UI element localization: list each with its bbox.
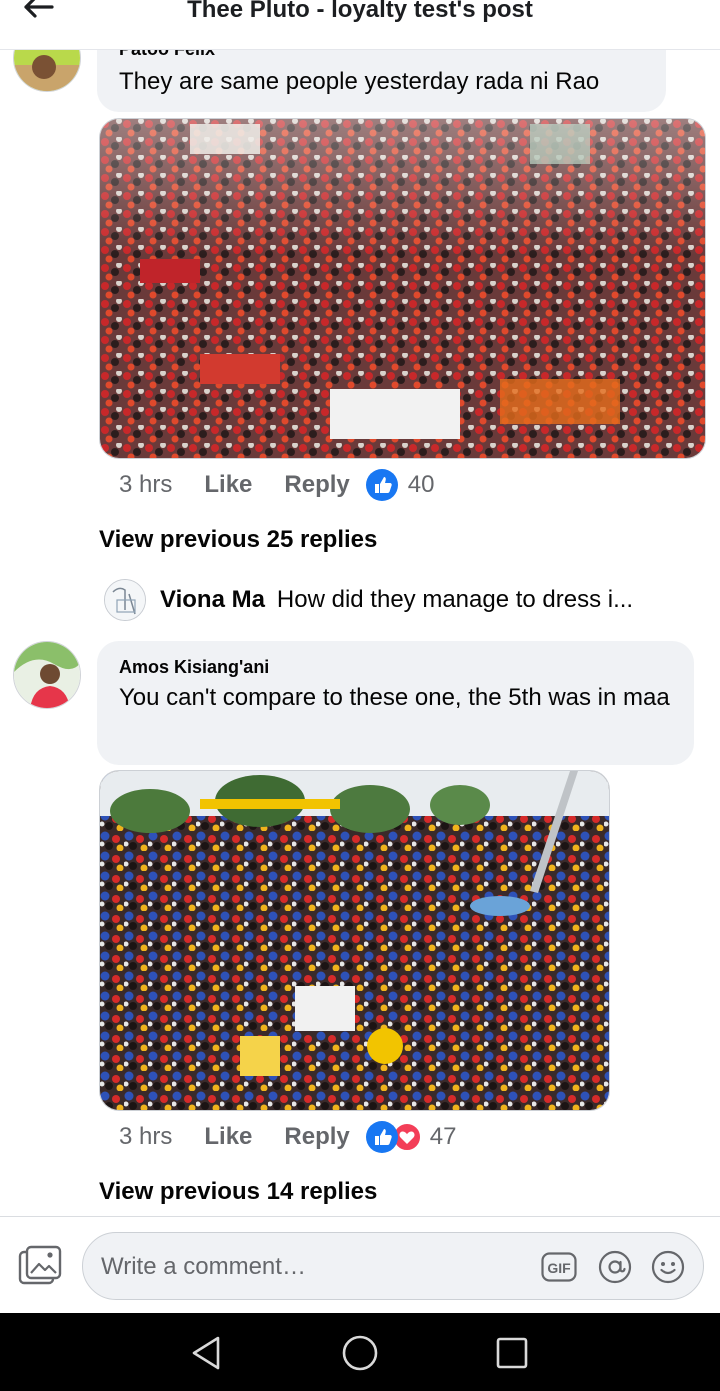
- smiley-icon: [651, 1250, 685, 1284]
- page-title: Thee Pluto - loyalty test's post: [187, 0, 533, 23]
- nav-home-button[interactable]: [338, 1333, 382, 1373]
- reply-button[interactable]: Reply: [284, 1123, 349, 1151]
- system-nav-bar: [0, 1313, 720, 1391]
- reply-text: How did they manage to dress i...: [276, 586, 634, 613]
- nav-recents-button[interactable]: [490, 1333, 534, 1373]
- crowd-photo: [100, 771, 609, 1110]
- comment-photo[interactable]: [99, 118, 706, 459]
- avatar[interactable]: [104, 579, 146, 621]
- comment-photo[interactable]: [99, 770, 610, 1111]
- crowd-photo: [100, 119, 705, 458]
- avatar[interactable]: [13, 641, 81, 709]
- view-previous-replies[interactable]: View previous 25 replies: [99, 526, 377, 554]
- comment-input[interactable]: [101, 1247, 521, 1287]
- add-photo-button[interactable]: [18, 1245, 62, 1287]
- view-previous-replies[interactable]: View previous 14 replies: [99, 1178, 377, 1206]
- gif-icon: GIF: [541, 1252, 577, 1282]
- like-icon: [365, 469, 398, 501]
- square-recents-icon: [496, 1337, 528, 1369]
- comment-time[interactable]: 3 hrs: [119, 1123, 172, 1151]
- reaction-count: 47: [429, 1123, 457, 1150]
- comment-text: You can't compare to these one, the 5th …: [119, 684, 670, 711]
- comment-actions: 3 hrs Like Reply 40: [119, 469, 434, 501]
- comment-bubble: Amos Kisiang'ani You can't compare to th…: [97, 641, 694, 765]
- like-icon: [365, 1121, 398, 1153]
- like-button[interactable]: Like: [204, 1123, 252, 1151]
- avatar-photo: [14, 642, 80, 708]
- reaction-summary[interactable]: 40: [365, 469, 435, 501]
- reaction-count: 40: [407, 471, 435, 498]
- circle-home-icon: [342, 1335, 378, 1371]
- reply-preview[interactable]: Viona Ma How did they manage to dress i.…: [104, 578, 633, 622]
- gif-label: GIF: [547, 1260, 571, 1276]
- nav-back-button[interactable]: [184, 1333, 228, 1373]
- triangle-back-icon: [192, 1336, 220, 1370]
- at-sign-icon: [598, 1250, 632, 1284]
- reply-author[interactable]: Viona Ma: [160, 586, 265, 614]
- comment-box[interactable]: GIF: [82, 1232, 704, 1300]
- reply-button[interactable]: Reply: [284, 471, 349, 499]
- comment-time[interactable]: 3 hrs: [119, 471, 172, 499]
- comment-actions: 3 hrs Like Reply 47: [119, 1121, 456, 1153]
- like-button[interactable]: Like: [204, 471, 252, 499]
- avatar-photo: [105, 580, 145, 620]
- photo-icon: [18, 1245, 62, 1285]
- mention-button[interactable]: [597, 1249, 633, 1285]
- emoji-button[interactable]: [650, 1249, 686, 1285]
- gif-button[interactable]: GIF: [541, 1249, 577, 1285]
- comment-author[interactable]: Amos Kisiang'ani: [119, 657, 269, 677]
- post-header: Thee Pluto - loyalty test's post: [0, 0, 720, 50]
- comment-text: They are same people yesterday rada ni R…: [119, 68, 600, 95]
- comment-composer: GIF: [0, 1216, 720, 1313]
- reaction-summary[interactable]: 47: [365, 1121, 457, 1153]
